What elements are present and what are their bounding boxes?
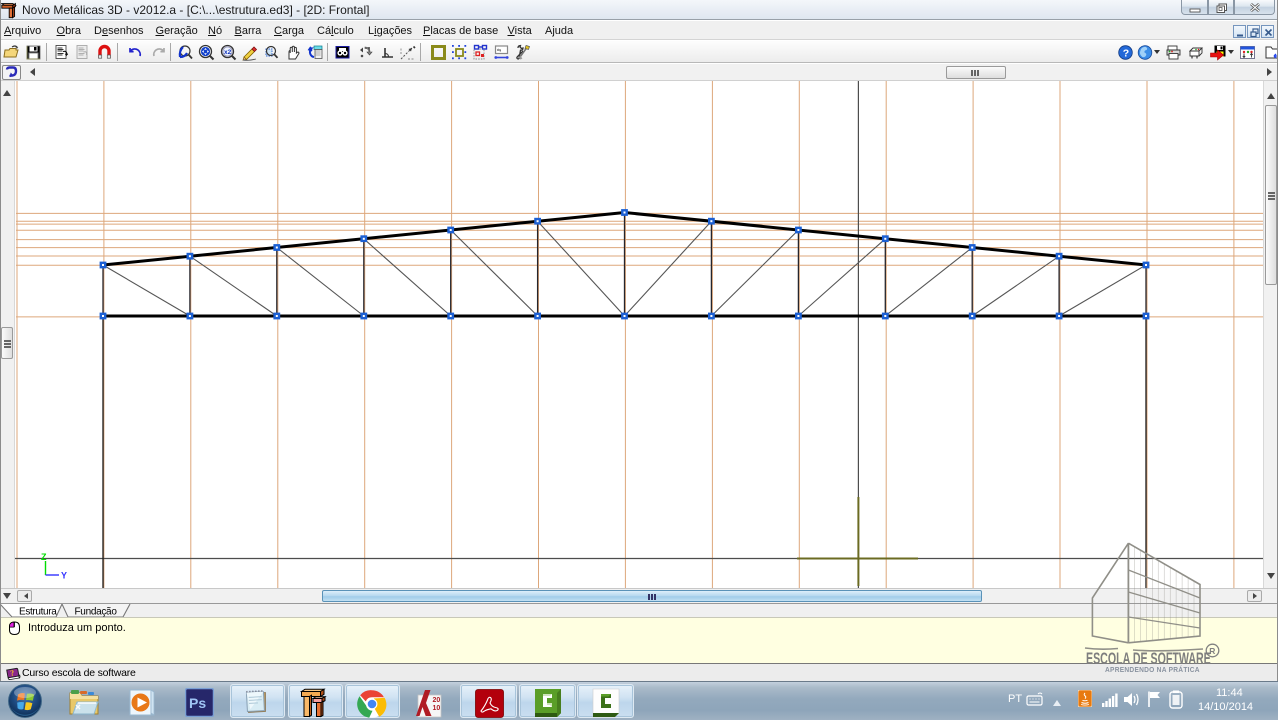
svg-text:Fundação: Fundação — [75, 607, 118, 618]
svg-text:Ps: Ps — [189, 695, 206, 711]
svg-text:Estrutura: Estrutura — [19, 607, 57, 618]
svg-text:x2: x2 — [224, 49, 232, 56]
svg-text:Z: Z — [41, 552, 47, 562]
svg-text:10: 10 — [433, 705, 441, 712]
svg-text:⇆: ⇆ — [497, 48, 501, 54]
svg-text:Y: Y — [61, 571, 67, 581]
svg-text:?: ? — [1123, 47, 1129, 59]
svg-text:20: 20 — [433, 697, 441, 704]
